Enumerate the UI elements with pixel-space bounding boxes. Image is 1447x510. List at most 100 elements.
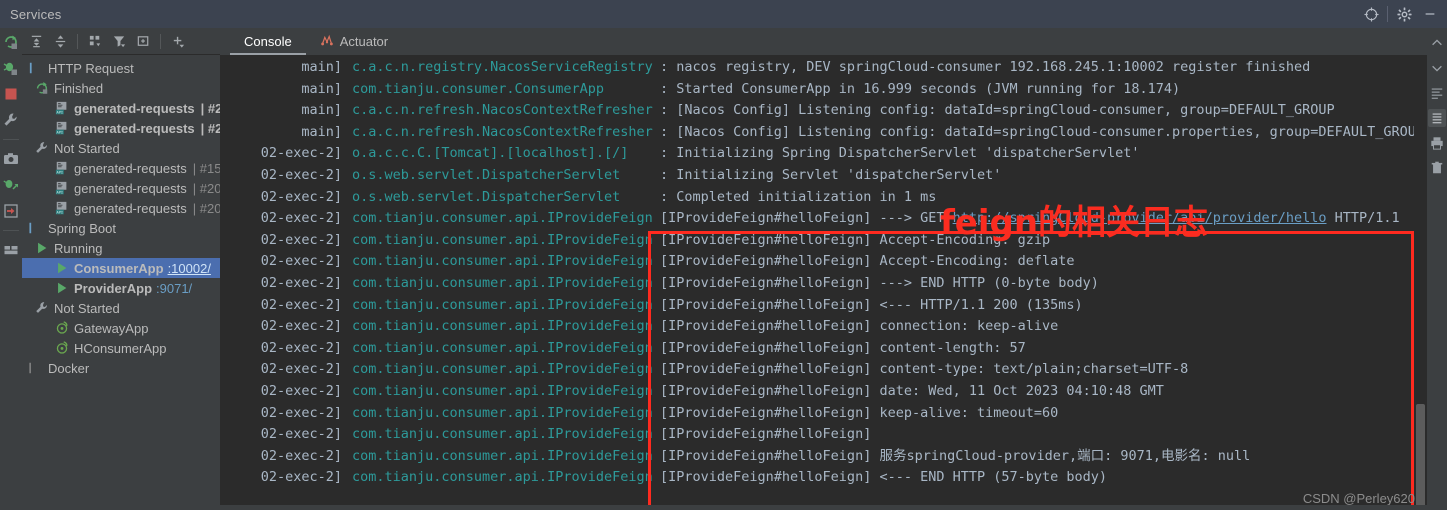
log-thread: 02-exec-2] [260,404,342,421]
log-thread: main] [301,123,342,140]
log-logger: com.tianju.consumer.api.IProvideFeign [352,296,653,313]
tree-row-label: GatewayApp [74,320,149,336]
filter-icon[interactable] [108,30,130,52]
svg-text:API: API [57,190,64,194]
log-message: [IProvideFeign#helloFeign] content-lengt… [660,339,1026,356]
log-line: 02-exec-2] com.tianju.consumer.api.IProvi… [220,230,1427,252]
svg-text:API: API [57,130,64,134]
chevron-up-icon[interactable] [1428,34,1446,52]
tree-row-generated-requests[interactable]: API generated-requests | #15 [22,158,220,178]
tree-row-generated-requests[interactable]: API generated-requests | #20 [22,178,220,198]
camera-icon[interactable] [1,149,21,169]
wrench-icon[interactable] [1,110,21,130]
log-thread: 02-exec-2] [260,382,342,399]
log-line-list: main] c.a.c.n.registry.NacosServiceRegist… [220,55,1427,489]
console-log-area[interactable]: main] c.a.c.n.registry.NacosServiceRegist… [220,55,1427,510]
tree-row-label: ProviderApp [74,280,153,296]
tree-row-request-number: | #20 [192,200,220,216]
tree-row-providerapp[interactable]: ProviderApp:9071/ [22,278,220,298]
print-icon[interactable] [1428,134,1446,152]
exit-icon[interactable] [1,201,21,221]
tree-row-finished[interactable]: Finished [22,78,220,98]
console-scrollbar-track[interactable] [1414,82,1427,510]
collapse-all-icon[interactable] [49,30,71,52]
debug-icon[interactable] [1,58,21,78]
log-logger: com.tianju.consumer.api.IProvideFeign [352,404,653,421]
tree-row-label: Docker [48,360,90,376]
tree-row-generated-requests[interactable]: API generated-requests | #20 [22,198,220,218]
log-thread: 02-exec-2] [260,339,342,356]
titlebar-separator [1387,6,1388,22]
tree-row-label: generated-requests [74,100,195,116]
left-action-strip [0,28,22,510]
console-scrollbar-thumb[interactable] [1416,404,1425,510]
tree-row-label: Not Started [54,140,120,156]
tree-row-spring-boot[interactable]: Spring Boot [22,218,220,238]
tree-row-generated-requests[interactable]: API generated-requests | #2 [22,118,220,138]
tree-row-label: generated-requests [74,200,187,216]
tree-row-not-started[interactable]: Not Started [22,298,220,318]
svg-text:API: API [57,210,64,214]
group-by-icon[interactable] [84,30,106,52]
tree-row-port-link[interactable]: :9071/ [156,281,192,296]
annotation-label: feign的相关日志 [940,203,1209,243]
target-icon[interactable] [1358,0,1384,28]
log-line: 02-exec-2] com.tianju.consumer.api.IProvi… [220,381,1427,403]
tree-row-not-started[interactable]: Not Started [22,138,220,158]
tree-row-http-request[interactable]: HTTP Request [22,58,220,78]
log-line: 02-exec-2] com.tianju.consumer.api.IProvi… [220,359,1427,381]
bottom-splitter[interactable] [220,505,1427,510]
tree-row-label: ConsumerApp [74,260,164,276]
log-line: main] c.a.c.n.refresh.NacosContextRefresh… [220,100,1427,122]
tab-actuator[interactable]: Actuator [306,28,402,55]
services-tree[interactable]: HTTP Request Finished API generated-request… [22,55,220,378]
log-thread: 02-exec-2] [260,253,342,270]
rerun-icon[interactable] [1,32,21,52]
tree-row-hconsumerapp[interactable]: HConsumerApp [22,338,220,358]
log-logger: com.tianju.consumer.ConsumerApp [352,80,604,97]
log-thread: 02-exec-2] [260,426,342,443]
log-logger: com.tianju.consumer.api.IProvideFeign [352,382,653,399]
add-frame-icon[interactable] [132,30,154,52]
log-line: 02-exec-2] com.tianju.consumer.api.IProvi… [220,316,1427,338]
tree-row-port-link[interactable]: :10002/ [168,261,211,276]
tree-row-label: HConsumerApp [74,340,167,356]
tree-row-running[interactable]: Running [22,238,220,258]
api-file-icon: API [54,100,70,116]
log-message: : nacos registry, DEV springCloud-consum… [660,59,1311,75]
tree-row-label: Running [54,240,103,256]
tree-row-docker[interactable]: Docker [22,358,220,378]
window-titlebar: Services [0,0,1447,28]
spring-leaf-icon [54,320,70,336]
log-line: 02-exec-2] o.s.web.servlet.DispatcherServ… [220,187,1427,209]
log-message: [IProvideFeign#helloFeign] date: Wed, 11… [660,382,1164,399]
trash-icon[interactable] [1428,159,1446,177]
chevron-down-icon[interactable] [1428,59,1446,77]
services-tree-panel: HTTP Request Finished API generated-request… [22,28,220,510]
expand-all-icon[interactable] [25,30,47,52]
add-icon[interactable] [167,30,189,52]
stop-icon[interactable] [1,84,21,104]
log-line: main] c.a.c.n.registry.NacosServiceRegist… [220,57,1427,79]
layout-icon[interactable] [1,240,21,260]
soft-wrap-icon[interactable] [1428,84,1446,102]
log-logger: com.tianju.consumer.api.IProvideFeign [352,210,653,227]
gear-icon[interactable] [1391,0,1417,28]
tree-row-consumerapp[interactable]: ConsumerApp :10002/ [22,258,220,278]
wrench-icon [34,140,50,156]
api-file-icon: API [54,120,70,136]
scroll-end-icon[interactable] [1428,109,1446,127]
tab-console[interactable]: Console [230,28,306,55]
minimize-icon[interactable] [1417,0,1443,28]
debug-attach-icon[interactable] [1,175,21,195]
log-message: [IProvideFeign#helloFeign] Accept-Encodi… [660,253,1075,270]
log-line: 02-exec-2] com.tianju.consumer.api.IProvi… [220,208,1427,230]
log-thread: 02-exec-2] [260,274,342,291]
log-thread: 02-exec-2] [260,166,342,183]
tree-row-gatewayapp[interactable]: GatewayApp [22,318,220,338]
tree-row-generated-requests[interactable]: API generated-requests | #2 [22,98,220,118]
play-green-icon [34,240,50,256]
tree-row-label: generated-requests [74,120,195,136]
log-message: [IProvideFeign#helloFeign] [660,426,872,443]
log-logger: c.a.c.n.refresh.NacosContextRefresher [352,123,653,140]
